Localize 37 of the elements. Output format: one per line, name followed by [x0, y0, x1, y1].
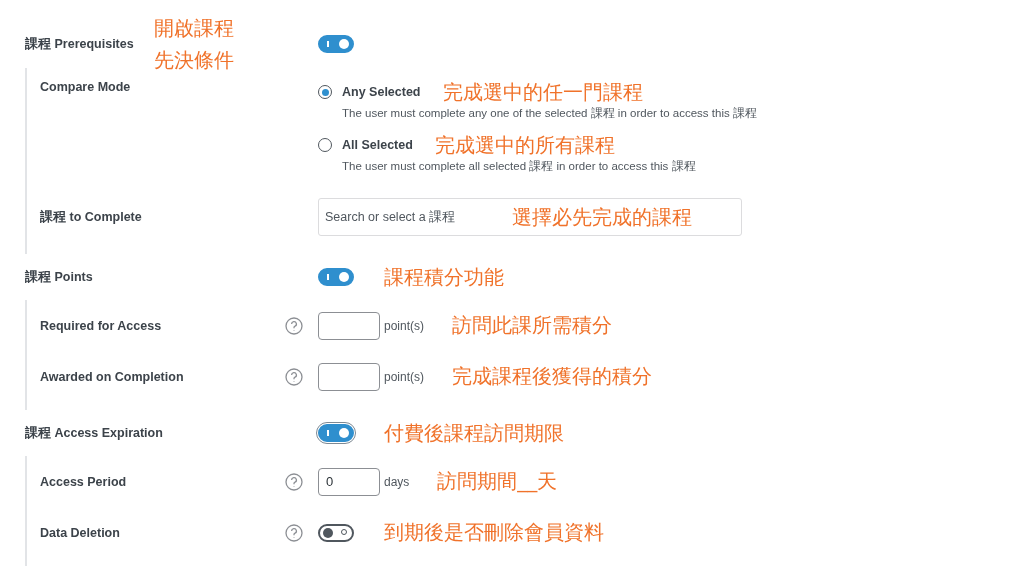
- annotation-text: 付費後課程訪問期限: [383, 419, 564, 447]
- number-input[interactable]: [318, 311, 380, 340]
- field-label: Required for Access: [40, 318, 163, 333]
- option-description: The user must complete all selected 課程 in order to access this 課程: [342, 159, 697, 174]
- section-label: 課程 Access Expiration: [25, 424, 163, 442]
- toggle-switch[interactable]: [317, 268, 354, 286]
- option-label: All Selected: [342, 138, 413, 152]
- annotation-text: 訪問期間__天: [437, 468, 558, 495]
- toggle-switch[interactable]: [317, 523, 354, 542]
- number-input[interactable]: [318, 362, 380, 391]
- help-icon[interactable]: [285, 316, 303, 335]
- unit-label: days: [384, 474, 410, 489]
- annotation-text: 完成選中的所有課程: [434, 131, 615, 159]
- toggle-switch[interactable]: [317, 424, 354, 442]
- toggle-switch[interactable]: [317, 35, 354, 53]
- annotation-text: 完成課程後獲得的積分: [452, 363, 652, 390]
- field-label: Awarded on Completion: [40, 369, 185, 384]
- section-label: 課程 Prerequisites: [25, 35, 134, 53]
- number-input[interactable]: 0: [318, 467, 380, 496]
- field-label: Data Deletion: [40, 525, 121, 540]
- help-icon[interactable]: [285, 523, 303, 542]
- option-label: Any Selected: [342, 85, 421, 99]
- option-description: The user must complete any one of the selected 課程 in order to access this 課程: [342, 106, 757, 121]
- annotation-text: 完成選中的任一門課程: [442, 78, 643, 106]
- help-icon[interactable]: [285, 367, 303, 386]
- annotation-text: 開啟課程先決條件: [153, 15, 235, 74]
- unit-label: point(s): [384, 318, 424, 333]
- annotation-text: 到期後是否刪除會員資料: [383, 519, 604, 546]
- annotation-text: 選擇必先完成的課程: [512, 204, 692, 231]
- section-label: 課程 Points: [25, 268, 93, 286]
- unit-label: point(s): [384, 369, 424, 384]
- annotation-text: 訪問此課所需積分: [452, 312, 612, 339]
- annotation-text: 課程積分功能: [383, 263, 504, 291]
- field-label: 課程 to Complete: [40, 208, 143, 226]
- help-icon[interactable]: [285, 472, 303, 491]
- field-label: Access Period: [40, 474, 128, 489]
- field-label: Compare Mode: [40, 80, 132, 94]
